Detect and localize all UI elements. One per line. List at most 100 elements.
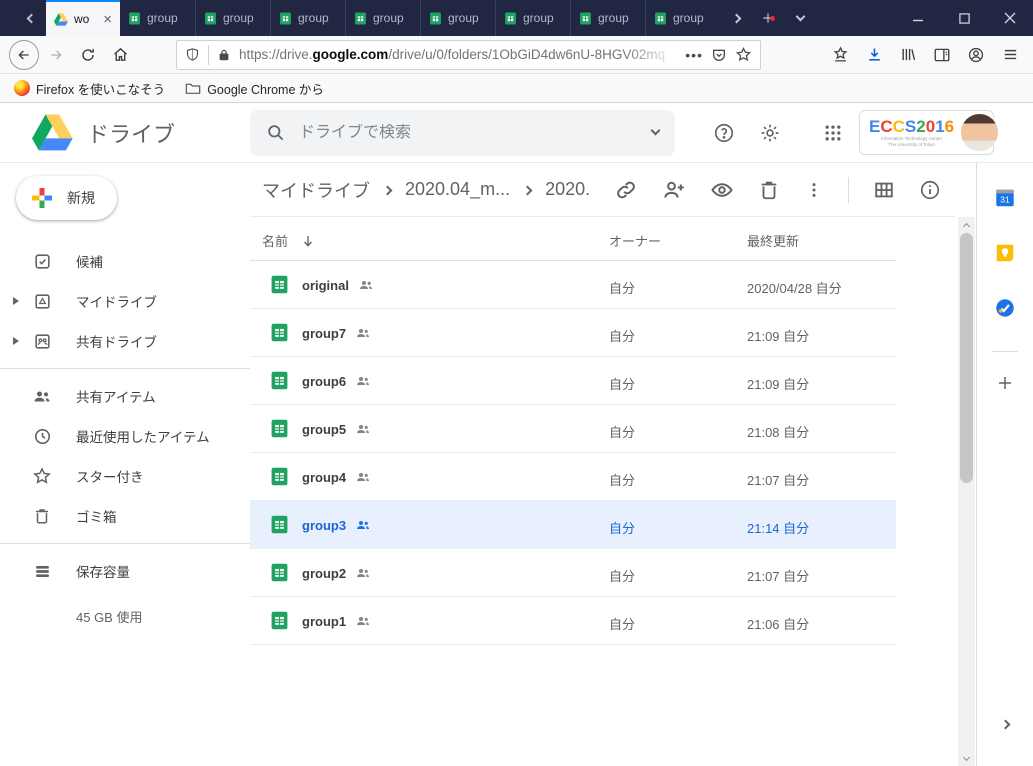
vertical-scrollbar[interactable]	[958, 217, 975, 766]
menu-button[interactable]	[995, 39, 1025, 71]
search-options-chevron-icon[interactable]	[651, 126, 661, 136]
drive-search-box[interactable]	[250, 110, 675, 156]
bookmark-star-button[interactable]	[735, 46, 752, 63]
breadcrumb-item-my-drive[interactable]: マイドライブ	[262, 177, 370, 203]
trash-icon	[32, 507, 52, 525]
column-header-owner[interactable]: オーナー	[609, 231, 661, 250]
window-close-button[interactable]	[987, 0, 1033, 36]
tab-scroll-left-button[interactable]	[16, 0, 46, 36]
check-square-icon	[32, 252, 52, 271]
file-modified: 21:06 自分	[747, 614, 809, 633]
get-addons-button[interactable]	[996, 374, 1014, 392]
sidebars-button[interactable]	[927, 39, 957, 71]
sidebar-item-shared-drives[interactable]: 共有ドライブ	[0, 321, 250, 361]
grid-view-button[interactable]	[873, 179, 895, 201]
sort-descending-arrow-icon[interactable]	[300, 233, 316, 249]
sidebar-item-label: スター付き	[76, 466, 144, 486]
scrollbar-thumb[interactable]	[960, 233, 973, 483]
file-row[interactable]: group7 自分 21:09 自分	[250, 309, 896, 357]
file-row[interactable]: original 自分 2020/04/28 自分	[250, 261, 896, 309]
sidebar-item-storage[interactable]: 保存容量	[0, 551, 250, 591]
back-button[interactable]	[8, 39, 40, 71]
sidebar-item-label: 共有アイテム	[76, 386, 156, 406]
sidebar-item-recent[interactable]: 最近使用したアイテム	[0, 416, 250, 456]
tab-group-spreadsheet[interactable]: group	[345, 0, 420, 36]
pocket-save-button[interactable]	[711, 47, 727, 63]
settings-button[interactable]	[759, 122, 781, 144]
tab-group-spreadsheet[interactable]: group	[120, 0, 195, 36]
breadcrumb-item-current[interactable]: 2020.	[545, 179, 590, 200]
library-button[interactable]	[893, 39, 923, 71]
sidebar-item-starred[interactable]: スター付き	[0, 456, 250, 496]
hide-side-panel-button[interactable]	[977, 721, 1033, 728]
calendar-app-button[interactable]: 31	[994, 187, 1016, 209]
account-button[interactable]	[961, 39, 991, 71]
search-input[interactable]	[299, 124, 638, 142]
tab-group-spreadsheet[interactable]: group	[270, 0, 345, 36]
expand-triangle-icon[interactable]	[13, 337, 19, 345]
sidebar-item-shared-with-me[interactable]: 共有アイテム	[0, 376, 250, 416]
file-row[interactable]: group5 自分 21:08 自分	[250, 405, 896, 453]
tab-group-spreadsheet[interactable]: group	[645, 0, 720, 36]
column-header-modified[interactable]: 最終更新	[747, 231, 799, 250]
home-button[interactable]	[104, 39, 136, 71]
tabbar-spacer	[816, 0, 895, 36]
chevron-right-icon	[1000, 720, 1010, 730]
url-domain: google.com	[313, 47, 389, 62]
get-link-button[interactable]	[614, 178, 638, 202]
bookmarks-menu-button[interactable]	[825, 39, 855, 71]
delete-button[interactable]	[758, 179, 780, 201]
window-minimize-button[interactable]	[895, 0, 941, 36]
sidebar-item-my-drive[interactable]: マイドライブ	[0, 281, 250, 321]
clock-icon	[32, 427, 52, 446]
bookmark-firefox[interactable]: Firefox を使いこなそう	[14, 79, 165, 98]
page-actions-button[interactable]: •••	[685, 47, 703, 63]
avatar[interactable]	[961, 114, 998, 151]
reload-button[interactable]	[72, 39, 104, 71]
new-button[interactable]: 新規	[16, 176, 117, 220]
file-row[interactable]: group1 自分 21:06 自分	[250, 597, 896, 645]
downloads-button[interactable]	[859, 39, 889, 71]
tab-close-icon[interactable]: ×	[103, 12, 112, 27]
drive-sidebar: 新規 候補 マイドライブ 共有ドライブ 共有アイ	[0, 163, 250, 766]
more-actions-button[interactable]	[804, 180, 824, 200]
file-row[interactable]: group6 自分 21:09 自分	[250, 357, 896, 405]
keep-app-button[interactable]	[994, 242, 1016, 264]
bookmark-folder-chrome[interactable]: Google Chrome から	[185, 79, 324, 98]
scrollbar-down-arrow[interactable]	[964, 752, 969, 766]
google-sheets-favicon	[354, 12, 367, 25]
details-button[interactable]	[919, 179, 941, 201]
drive-brand[interactable]: ドライブ	[0, 114, 250, 151]
tab-group-spreadsheet[interactable]: group	[195, 0, 270, 36]
sidebar-item-priority[interactable]: 候補	[0, 241, 250, 281]
trash-icon	[758, 179, 780, 201]
tab-scroll-right-button[interactable]	[720, 0, 752, 36]
share-button[interactable]	[662, 178, 686, 202]
tab-active-drive[interactable]: wo ×	[46, 0, 120, 36]
tab-list-dropdown-button[interactable]	[784, 0, 816, 36]
help-icon	[713, 122, 735, 144]
file-row[interactable]: group4 自分 21:07 自分	[250, 453, 896, 501]
help-button[interactable]	[713, 122, 735, 144]
new-tab-button[interactable]	[752, 0, 784, 36]
sidebar-toggle-icon	[933, 46, 951, 64]
tab-group-spreadsheet[interactable]: group	[420, 0, 495, 36]
sidebar-item-trash[interactable]: ゴミ箱	[0, 496, 250, 536]
file-row[interactable]: group2 自分 21:07 自分	[250, 549, 896, 597]
tab-group-spreadsheet[interactable]: group	[495, 0, 570, 36]
group-tabs-container: group group group group group group grou…	[120, 0, 720, 36]
tasks-app-button[interactable]	[994, 297, 1016, 319]
file-row[interactable]: group3 自分 21:14 自分	[250, 501, 896, 549]
column-header-name[interactable]: 名前	[262, 231, 316, 250]
expand-triangle-icon[interactable]	[13, 297, 19, 305]
google-sheets-favicon	[429, 12, 442, 25]
account-card[interactable]: ECCS2016 Information Technology Center T…	[859, 110, 994, 155]
breadcrumb-item-folder[interactable]: 2020.04_m...	[405, 179, 510, 200]
scrollbar-up-arrow[interactable]	[964, 217, 969, 231]
forward-button[interactable]	[40, 39, 72, 71]
google-apps-button[interactable]	[823, 123, 843, 143]
preview-button[interactable]	[710, 178, 734, 202]
window-maximize-button[interactable]	[941, 0, 987, 36]
url-bar[interactable]: https://drive.google.com/drive/u/0/folde…	[176, 40, 761, 70]
tab-group-spreadsheet[interactable]: group	[570, 0, 645, 36]
